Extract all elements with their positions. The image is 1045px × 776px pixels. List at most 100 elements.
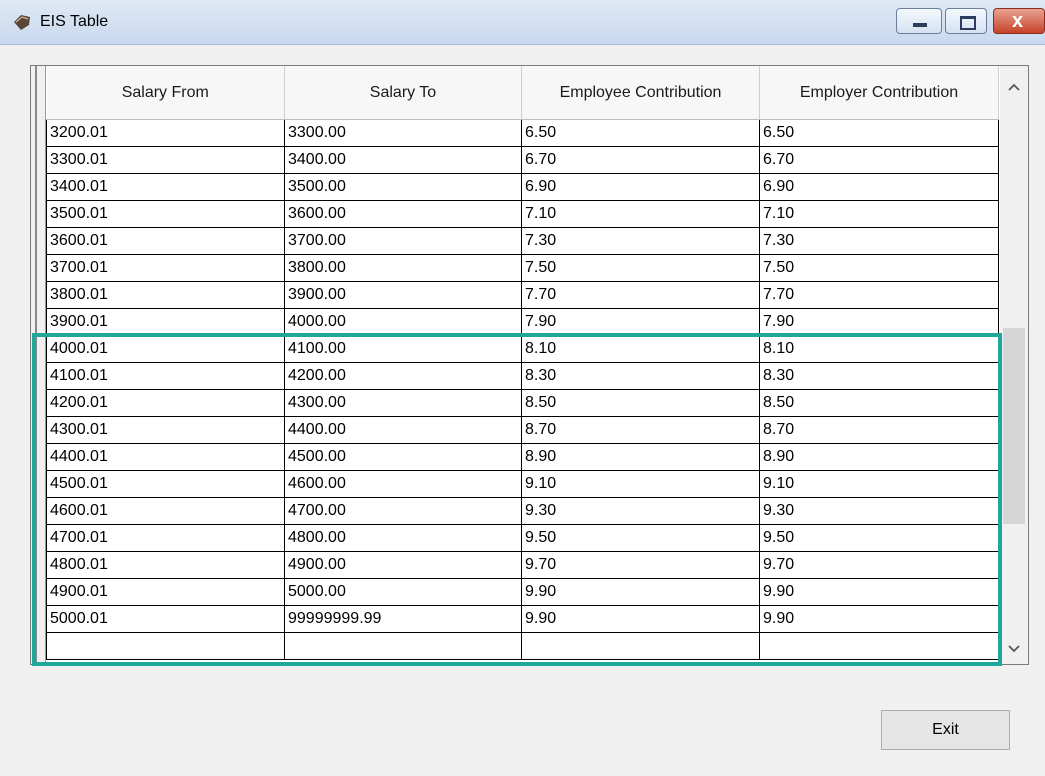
table-cell[interactable]: 3500.00: [284, 173, 522, 201]
table-row[interactable]: 3200.01 3300.00 6.50 6.50: [46, 119, 999, 147]
table-cell[interactable]: 4200.00: [284, 362, 522, 390]
maximize-button[interactable]: [945, 8, 987, 34]
table-cell[interactable]: 4500.00: [284, 443, 522, 471]
table-row[interactable]: 3400.01 3500.00 6.90 6.90: [46, 173, 999, 201]
table-row[interactable]: 4900.01 5000.00 9.90 9.90: [46, 578, 999, 606]
table-cell[interactable]: 6.90: [759, 173, 999, 201]
table-cell[interactable]: 8.70: [759, 416, 999, 444]
table-cell[interactable]: 8.30: [521, 362, 760, 390]
table-cell[interactable]: 9.50: [521, 524, 760, 552]
table-cell[interactable]: 9.90: [759, 578, 999, 606]
table-cell[interactable]: 4600.01: [46, 497, 285, 525]
table-cell[interactable]: 7.70: [521, 281, 760, 309]
table-cell[interactable]: 8.30: [759, 362, 999, 390]
table-row[interactable]: 4700.01 4800.00 9.50 9.50: [46, 524, 999, 552]
table-cell[interactable]: 3200.01: [46, 119, 285, 147]
minimize-button[interactable]: [896, 8, 942, 34]
table-cell[interactable]: 3400.01: [46, 173, 285, 201]
table-cell[interactable]: 9.50: [759, 524, 999, 552]
scroll-up-icon[interactable]: [1000, 66, 1028, 118]
close-button[interactable]: x: [993, 8, 1045, 34]
table-cell[interactable]: 4400.00: [284, 416, 522, 444]
table-cell[interactable]: 4900.01: [46, 578, 285, 606]
table-cell[interactable]: [284, 632, 522, 660]
table-cell[interactable]: 3600.00: [284, 200, 522, 228]
table-cell[interactable]: 7.10: [759, 200, 999, 228]
table-cell[interactable]: 4700.00: [284, 497, 522, 525]
table-cell[interactable]: 3500.01: [46, 200, 285, 228]
table-row[interactable]: 3700.01 3800.00 7.50 7.50: [46, 254, 999, 282]
table-cell[interactable]: 4600.00: [284, 470, 522, 498]
table-cell[interactable]: 7.30: [759, 227, 999, 255]
table-cell[interactable]: 3600.01: [46, 227, 285, 255]
table-cell[interactable]: 9.30: [521, 497, 760, 525]
table-cell[interactable]: 9.90: [521, 578, 760, 606]
table-cell[interactable]: 6.70: [521, 146, 760, 174]
table-row[interactable]: 3300.01 3400.00 6.70 6.70: [46, 146, 999, 174]
table-cell[interactable]: 3800.01: [46, 281, 285, 309]
table-cell[interactable]: 4800.01: [46, 551, 285, 579]
column-header-employee-contribution[interactable]: Employee Contribution: [521, 66, 760, 120]
table-row[interactable]: 3800.01 3900.00 7.70 7.70: [46, 281, 999, 309]
table-cell[interactable]: 4200.01: [46, 389, 285, 417]
table-row[interactable]: 4100.01 4200.00 8.30 8.30: [46, 362, 999, 390]
table-row[interactable]: 4300.01 4400.00 8.70 8.70: [46, 416, 999, 444]
exit-button[interactable]: Exit: [881, 710, 1010, 750]
table-cell[interactable]: 4000.00: [284, 308, 522, 336]
table-cell[interactable]: 4700.01: [46, 524, 285, 552]
table-cell[interactable]: 9.70: [521, 551, 760, 579]
column-header-salary-to[interactable]: Salary To: [284, 66, 522, 120]
table-row[interactable]: 4000.01 4100.00 8.10 8.10: [46, 335, 999, 363]
table-cell[interactable]: 9.90: [759, 605, 999, 633]
table-cell[interactable]: [759, 632, 999, 660]
table-cell[interactable]: 7.90: [759, 308, 999, 336]
table-cell[interactable]: 6.50: [759, 119, 999, 147]
table-cell[interactable]: 3400.00: [284, 146, 522, 174]
table-cell[interactable]: 3900.01: [46, 308, 285, 336]
table-cell[interactable]: 7.50: [759, 254, 999, 282]
table-cell[interactable]: 7.50: [521, 254, 760, 282]
table-cell[interactable]: 6.50: [521, 119, 760, 147]
table-cell[interactable]: 8.90: [759, 443, 999, 471]
table-cell[interactable]: 6.90: [521, 173, 760, 201]
table-row[interactable]: 3600.01 3700.00 7.30 7.30: [46, 227, 999, 255]
table-row[interactable]: 3900.01 4000.00 7.90 7.90: [46, 308, 999, 336]
table-cell[interactable]: 4000.01: [46, 335, 285, 363]
table-cell[interactable]: 4100.00: [284, 335, 522, 363]
table-cell[interactable]: 3700.00: [284, 227, 522, 255]
table-row[interactable]: 5000.01 99999999.99 9.90 9.90: [46, 605, 999, 633]
table-cell[interactable]: 9.30: [759, 497, 999, 525]
table-cell[interactable]: 7.10: [521, 200, 760, 228]
vertical-scrollbar[interactable]: [1000, 66, 1028, 664]
table-cell[interactable]: 3700.01: [46, 254, 285, 282]
table-cell[interactable]: 8.50: [759, 389, 999, 417]
table-cell[interactable]: 3800.00: [284, 254, 522, 282]
table-cell[interactable]: 4400.01: [46, 443, 285, 471]
table-cell[interactable]: 8.50: [521, 389, 760, 417]
table-cell[interactable]: 8.70: [521, 416, 760, 444]
table-row[interactable]: [46, 632, 999, 660]
table-row[interactable]: 4400.01 4500.00 8.90 8.90: [46, 443, 999, 471]
table-cell[interactable]: 8.90: [521, 443, 760, 471]
table-cell[interactable]: 3300.01: [46, 146, 285, 174]
table-cell[interactable]: 99999999.99: [284, 605, 522, 633]
table-cell[interactable]: 9.70: [759, 551, 999, 579]
table-row[interactable]: 4500.01 4600.00 9.10 9.10: [46, 470, 999, 498]
table-row[interactable]: 4800.01 4900.00 9.70 9.70: [46, 551, 999, 579]
table-cell[interactable]: 4300.00: [284, 389, 522, 417]
table-cell[interactable]: 7.70: [759, 281, 999, 309]
table-row[interactable]: 4600.01 4700.00 9.30 9.30: [46, 497, 999, 525]
table-cell[interactable]: 6.70: [759, 146, 999, 174]
table-cell[interactable]: 7.90: [521, 308, 760, 336]
table-cell[interactable]: 9.10: [521, 470, 760, 498]
table-cell[interactable]: 9.90: [521, 605, 760, 633]
table-row[interactable]: 4200.01 4300.00 8.50 8.50: [46, 389, 999, 417]
table-cell[interactable]: 4800.00: [284, 524, 522, 552]
table-cell[interactable]: 5000.01: [46, 605, 285, 633]
table-cell[interactable]: [46, 632, 285, 660]
table-cell[interactable]: 3300.00: [284, 119, 522, 147]
table-cell[interactable]: 4900.00: [284, 551, 522, 579]
table-cell[interactable]: 5000.00: [284, 578, 522, 606]
table-cell[interactable]: 4300.01: [46, 416, 285, 444]
table-cell[interactable]: 7.30: [521, 227, 760, 255]
